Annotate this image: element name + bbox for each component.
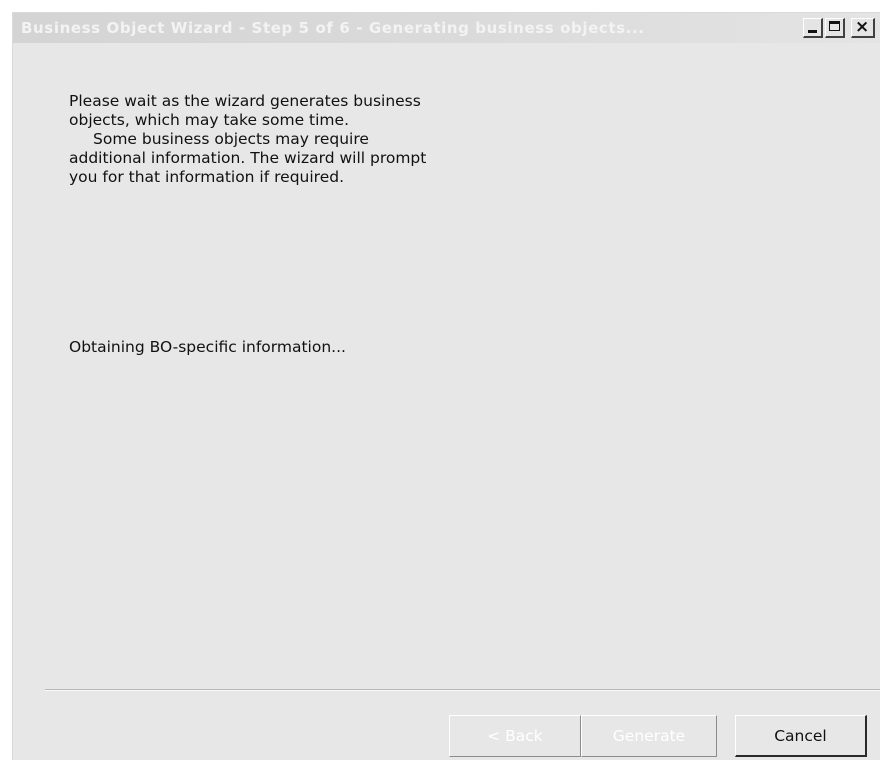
maximize-icon <box>829 21 840 31</box>
window-title: Business Object Wizard - Step 5 of 6 - G… <box>21 19 645 37</box>
cancel-button[interactable]: Cancel <box>735 715 867 757</box>
minimize-icon <box>808 30 817 33</box>
close-icon: × <box>855 17 870 37</box>
instructions-paragraph-2: Some business objects may require additi… <box>69 130 427 186</box>
title-bar[interactable]: Business Object Wizard - Step 5 of 6 - G… <box>13 13 880 43</box>
close-button[interactable]: × <box>851 17 875 38</box>
instructions-text: Please wait as the wizard generates busi… <box>69 92 429 187</box>
minimize-button[interactable] <box>803 18 823 38</box>
generate-button[interactable]: Generate <box>581 715 717 757</box>
wizard-window: Business Object Wizard - Step 5 of 6 - G… <box>12 12 880 760</box>
button-separator <box>45 689 880 691</box>
maximize-button[interactable] <box>825 18 845 38</box>
instructions-paragraph-1: Please wait as the wizard generates busi… <box>69 92 421 129</box>
back-button[interactable]: < Back <box>449 715 581 757</box>
status-message: Obtaining BO-specific information... <box>69 338 346 356</box>
